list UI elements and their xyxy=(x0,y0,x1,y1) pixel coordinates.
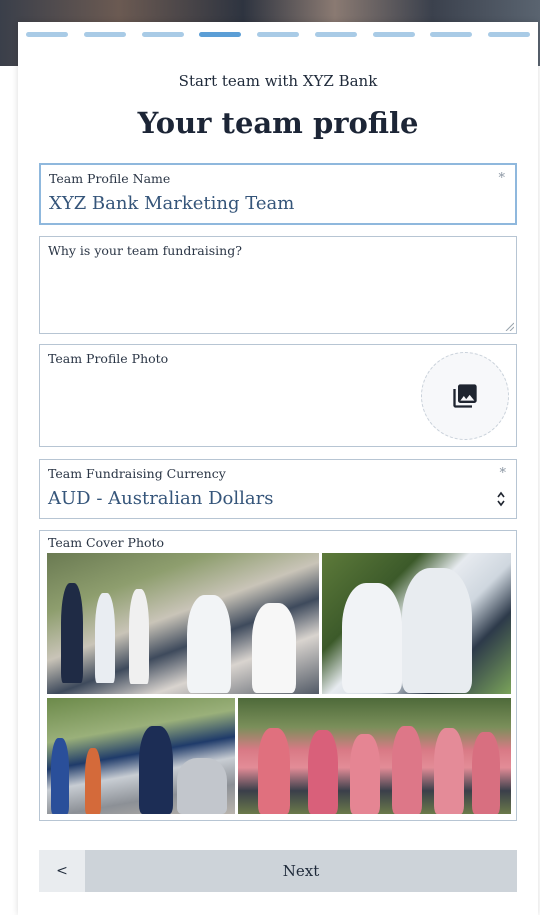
progress-step xyxy=(372,32,415,37)
progress-step xyxy=(141,32,184,37)
page-title: Your team profile xyxy=(137,106,419,140)
fundraising-reason-label: Why is your team fundraising? xyxy=(48,243,242,258)
select-chevron-icon[interactable] xyxy=(496,490,506,508)
cover-photo-walkers xyxy=(47,553,319,694)
progress-step xyxy=(83,32,126,37)
cover-photo-hug xyxy=(322,553,511,694)
upload-photo-button[interactable] xyxy=(421,352,509,440)
currency-label: Team Fundraising Currency xyxy=(48,466,226,481)
resize-handle-icon[interactable] xyxy=(504,321,514,331)
step-navigation: < Next xyxy=(39,850,517,892)
progress-step xyxy=(488,32,530,37)
currency-value[interactable]: AUD - Australian Dollars xyxy=(48,488,273,509)
page-subtitle: Start team with XYZ Bank xyxy=(178,72,378,90)
profile-photo-field: Team Profile Photo xyxy=(39,344,517,447)
team-name-label: Team Profile Name xyxy=(49,171,171,186)
next-button[interactable]: Next xyxy=(85,850,517,892)
team-name-value[interactable]: XYZ Bank Marketing Team xyxy=(49,193,294,214)
progress-step xyxy=(26,32,68,37)
progress-step xyxy=(257,32,299,37)
cover-photo-field: Team Cover Photo xyxy=(39,530,517,821)
currency-select[interactable]: Team Fundraising Currency * AUD - Austra… xyxy=(39,459,517,519)
photo-library-icon xyxy=(453,384,477,408)
progress-bar xyxy=(26,32,530,37)
cover-photo-collage[interactable] xyxy=(47,553,511,814)
required-marker: * xyxy=(498,171,506,186)
cover-photo-pink-team xyxy=(238,698,511,814)
cover-photo-group-wave xyxy=(47,698,235,814)
form-panel: Start team with XYZ Bank Your team profi… xyxy=(18,22,538,915)
profile-photo-label: Team Profile Photo xyxy=(48,351,169,366)
back-button[interactable]: < xyxy=(39,850,85,892)
required-marker: * xyxy=(499,466,507,481)
team-name-field[interactable]: Team Profile Name * XYZ Bank Marketing T… xyxy=(39,163,517,225)
progress-step xyxy=(314,32,357,37)
progress-step xyxy=(430,32,473,37)
progress-step-current xyxy=(199,32,242,37)
fundraising-reason-textarea[interactable]: Why is your team fundraising? xyxy=(39,236,517,334)
cover-photo-label: Team Cover Photo xyxy=(48,535,165,550)
